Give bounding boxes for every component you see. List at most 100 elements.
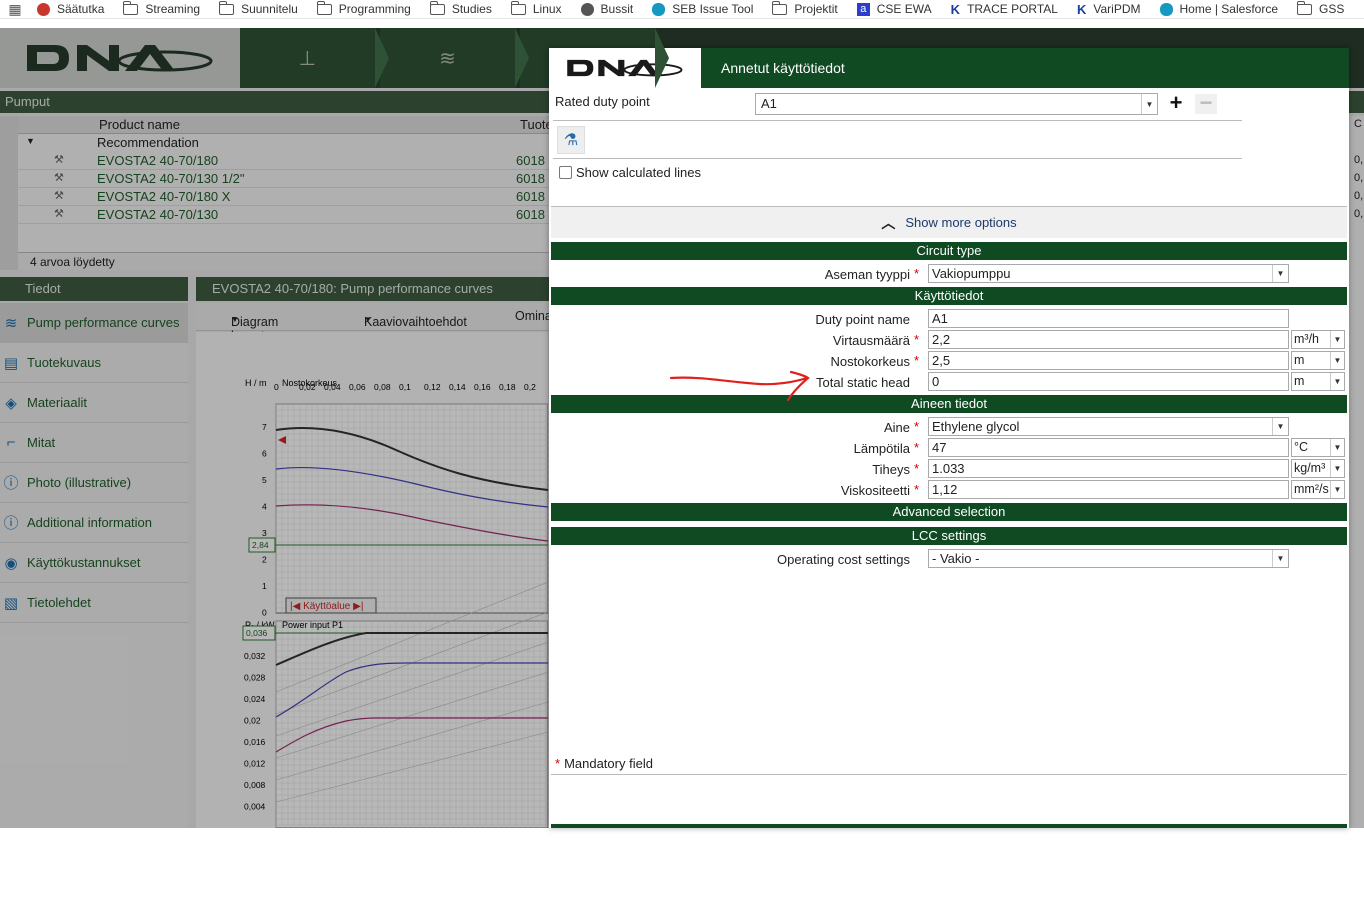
tiedot-item-additional-information[interactable]: ⓘ Additional information xyxy=(0,503,188,543)
remove-duty-point-button[interactable]: − xyxy=(1195,92,1217,114)
column-product-name[interactable]: Product name xyxy=(99,117,180,132)
chevron-down-icon[interactable]: ▼ xyxy=(1330,373,1344,390)
virtausmaara-input[interactable]: 2,2 xyxy=(928,330,1289,349)
chevron-down-icon[interactable]: ▼ xyxy=(1272,418,1288,435)
nostokorkeus-input[interactable]: 2,5 xyxy=(928,351,1289,370)
required-mark: * xyxy=(914,332,920,347)
tiedot-item-materiaalit[interactable]: ◈ Materiaalit xyxy=(0,383,188,423)
bookmark-trace-portal[interactable]: K TRACE PORTAL xyxy=(944,0,1070,18)
head-tick-label: 5 xyxy=(262,475,267,485)
section-advanced-selection[interactable]: Advanced selection xyxy=(551,503,1347,521)
bookmark-linux[interactable]: Linux xyxy=(504,0,574,18)
tiedot-item-mitat[interactable]: ⌐ Mitat xyxy=(0,423,188,463)
fluid-flask-button[interactable]: ⚗ xyxy=(557,126,585,154)
chevron-down-icon[interactable]: ▼ xyxy=(1330,481,1344,498)
step-curve-icon[interactable]: ≋ xyxy=(380,28,529,88)
chevron-down-icon[interactable]: ▼ xyxy=(1330,439,1344,456)
chevron-down-icon[interactable]: ▼ xyxy=(1330,352,1344,369)
mandatory-field-note: * Mandatory field xyxy=(555,756,653,771)
rated-duty-point-select[interactable]: A1 ▼ xyxy=(755,93,1158,115)
viskositeetti-input[interactable]: 1,12 xyxy=(928,480,1289,499)
power-tick-label: 0,024 xyxy=(244,694,266,704)
bookmark-gss[interactable]: GSS xyxy=(1290,0,1356,18)
power-marker-value: 0,036 xyxy=(246,628,268,638)
bookmark-programming[interactable]: Programming xyxy=(310,0,423,18)
annotation-arrow xyxy=(669,370,810,402)
section-lcc-settings: LCC settings xyxy=(551,527,1347,545)
dna-logo xyxy=(0,28,240,88)
top-tick-label: 0,18 xyxy=(499,382,516,392)
top-tick-label: 0,08 xyxy=(374,382,391,392)
folder-icon xyxy=(1297,0,1312,15)
power-tick-label: 0,032 xyxy=(244,651,266,661)
tiedot-item-tuotekuvaus[interactable]: ▤ Tuotekuvaus xyxy=(0,343,188,383)
wrench-icon: ⚒ xyxy=(54,190,64,202)
chevron-down-icon[interactable]: ▼ xyxy=(1330,460,1344,477)
layers-icon: ◈ xyxy=(5,394,17,412)
head-tick-label: 0 xyxy=(262,608,267,618)
a-icon: a xyxy=(856,2,870,16)
document-icon: ▤ xyxy=(3,354,19,372)
tiedot-item-pump-performance-curves[interactable]: ≋ Pump performance curves xyxy=(0,303,188,343)
tiedot-item-kayttokustannukset[interactable]: ◉ Käyttökustannukset xyxy=(0,543,188,583)
chevron-down-icon[interactable]: ▼ xyxy=(1272,550,1288,567)
aine-select[interactable]: Ethylene glycol ▼ xyxy=(928,417,1289,436)
row-lampotila: Lämpötila * 47 °C ▼ xyxy=(549,438,1349,458)
step-pump-icon[interactable]: ⊥ xyxy=(240,28,389,88)
virtausmaara-unit-select[interactable]: m³/h ▼ xyxy=(1291,330,1345,349)
required-mark: * xyxy=(914,482,920,497)
nostokorkeus-unit-select[interactable]: m ▼ xyxy=(1291,351,1345,370)
viskositeetti-unit-select[interactable]: mm²/s ▼ xyxy=(1291,480,1345,499)
show-calculated-lines-checkbox[interactable]: Show calculated lines xyxy=(559,165,701,180)
bookmark-home-salesforce[interactable]: Home | Salesforce xyxy=(1153,0,1291,18)
operating-cost-select[interactable]: - Vakio - ▼ xyxy=(928,549,1289,568)
section-kayttotiedot: Käyttötiedot xyxy=(551,287,1347,305)
aseman-tyyppi-select[interactable]: Vakiopumppu ▼ xyxy=(928,264,1289,283)
wrench-icon: ⚒ xyxy=(54,154,64,166)
checkbox[interactable] xyxy=(559,166,572,179)
row-virtausmaara: Virtausmäärä * 2,2 m³/h ▼ xyxy=(549,330,1349,350)
chevron-down-icon: ▼ xyxy=(364,315,372,324)
bookmark-suunnitelu[interactable]: Suunnitelu xyxy=(212,0,310,18)
bookmark-projektit[interactable]: Projektit xyxy=(765,0,849,18)
power-axis-ticks: 0,032 0,028 0,024 0,02 0,016 0,012 0,008 0,004 xyxy=(244,651,266,812)
show-more-options-button[interactable]: ︿ Show more options xyxy=(551,206,1347,238)
collapse-icon[interactable]: ▼ xyxy=(26,136,35,146)
duty-point-name-input[interactable]: A1 xyxy=(928,309,1289,328)
performance-chart: 0 0,02 0,04 0,06 0,08 0,1 0,12 0,14 0,16 0,18 0,2 … xyxy=(196,332,548,828)
tiheys-unit-select[interactable]: kg/m³ ▼ xyxy=(1291,459,1345,478)
tiedot-item-tietolehdet[interactable]: ▧ Tietolehdet xyxy=(0,583,188,623)
bookmark-cse-ewa[interactable]: a CSE EWA xyxy=(850,0,944,18)
apps-grid-icon[interactable]: ▦ xyxy=(0,1,30,18)
tiheys-input[interactable]: 1.033 xyxy=(928,459,1289,478)
bookmark-streaming[interactable]: Streaming xyxy=(116,0,212,18)
head-tick-label: 7 xyxy=(262,422,267,432)
add-duty-point-button[interactable]: + xyxy=(1165,92,1187,114)
total-static-head-input[interactable]: 0 xyxy=(928,372,1289,391)
top-tick-label: 0,12 xyxy=(424,382,441,392)
total-static-head-unit-select[interactable]: m ▼ xyxy=(1291,372,1345,391)
properties-menu[interactable]: Omina xyxy=(515,309,552,323)
folder-icon xyxy=(510,0,526,15)
required-mark: * xyxy=(914,461,920,476)
bookmark-varipdm[interactable]: K VariPDM xyxy=(1070,0,1153,18)
bookmarks-bar: ▦ Säätutka Streaming Suunnitelu Programm… xyxy=(0,0,1364,19)
power-curve-label: Power input P1 xyxy=(282,620,343,630)
column-code[interactable]: Tuote xyxy=(520,117,553,132)
lampotila-input[interactable]: 47 xyxy=(928,438,1289,457)
curves-icon: ≋ xyxy=(4,314,18,332)
head-tick-label: 1 xyxy=(262,581,267,591)
chevron-down-icon[interactable]: ▼ xyxy=(1141,94,1157,114)
divider xyxy=(553,120,1242,121)
wrench-icon: ⚒ xyxy=(54,208,64,220)
chevron-down-icon[interactable]: ▼ xyxy=(1330,331,1344,348)
chevron-down-icon[interactable]: ▼ xyxy=(1272,265,1288,282)
folder-icon xyxy=(219,0,235,15)
bookmark-saatutka[interactable]: Säätutka xyxy=(30,0,116,18)
bookmark-bussit[interactable]: Bussit xyxy=(574,0,646,18)
bookmark-seb-issue-tool[interactable]: SEB Issue Tool xyxy=(645,0,765,18)
lampotila-unit-select[interactable]: °C ▼ xyxy=(1291,438,1345,457)
tiedot-item-photo[interactable]: ⓘ Photo (illustrative) xyxy=(0,463,188,503)
head-tick-label: 6 xyxy=(262,449,267,459)
bookmark-studies[interactable]: Studies xyxy=(423,0,504,18)
